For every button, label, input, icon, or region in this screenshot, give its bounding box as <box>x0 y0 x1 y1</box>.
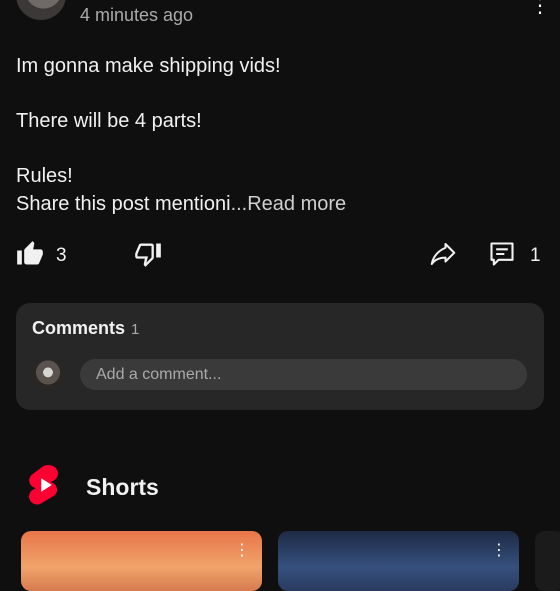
more-options-icon[interactable]: ⋮ <box>234 543 250 559</box>
post-truncated-text: Share this post mentioni <box>16 193 231 215</box>
shorts-header: Shorts <box>26 464 159 511</box>
comments-header: Comments 1 <box>32 318 139 339</box>
more-options-icon[interactable]: ⋮ <box>530 0 550 16</box>
short-thumbnail[interactable]: ⋮ <box>278 531 519 591</box>
like-button[interactable]: 3 <box>16 240 67 272</box>
shorts-title: Shorts <box>86 473 159 500</box>
post-line-1: Im gonna make shipping vids! <box>16 55 281 77</box>
more-options-icon[interactable]: ⋮ <box>491 543 507 559</box>
post-line-4: Share this post mentioni...Read more <box>16 190 536 218</box>
comments-section[interactable]: Comments 1 <box>16 303 544 410</box>
thumbs-up-icon <box>16 240 44 273</box>
comment-count: 1 <box>530 245 541 266</box>
thumbs-down-icon <box>134 240 162 273</box>
comments-title: Comments <box>32 318 126 338</box>
share-button[interactable] <box>428 240 458 272</box>
post-line-2: There will be 4 parts! <box>16 110 202 132</box>
shorts-logo-icon <box>26 464 64 511</box>
post-body: Im gonna make shipping vids! There will … <box>16 52 536 218</box>
comment-icon <box>488 240 516 273</box>
comments-button[interactable]: 1 <box>488 240 541 272</box>
like-count: 3 <box>56 245 67 266</box>
share-arrow-icon <box>428 239 458 274</box>
post-line-3: Rules! <box>16 165 73 187</box>
add-comment-input[interactable] <box>80 359 527 390</box>
short-thumbnail[interactable] <box>535 531 560 591</box>
dislike-button[interactable] <box>134 240 162 272</box>
comments-count: 1 <box>131 321 140 338</box>
short-thumbnail[interactable]: ⋮ <box>21 531 262 591</box>
user-avatar <box>32 358 64 390</box>
post-timestamp: 4 minutes ago <box>80 5 194 25</box>
read-more-link[interactable]: ...Read more <box>231 193 347 215</box>
channel-avatar[interactable] <box>16 0 66 20</box>
